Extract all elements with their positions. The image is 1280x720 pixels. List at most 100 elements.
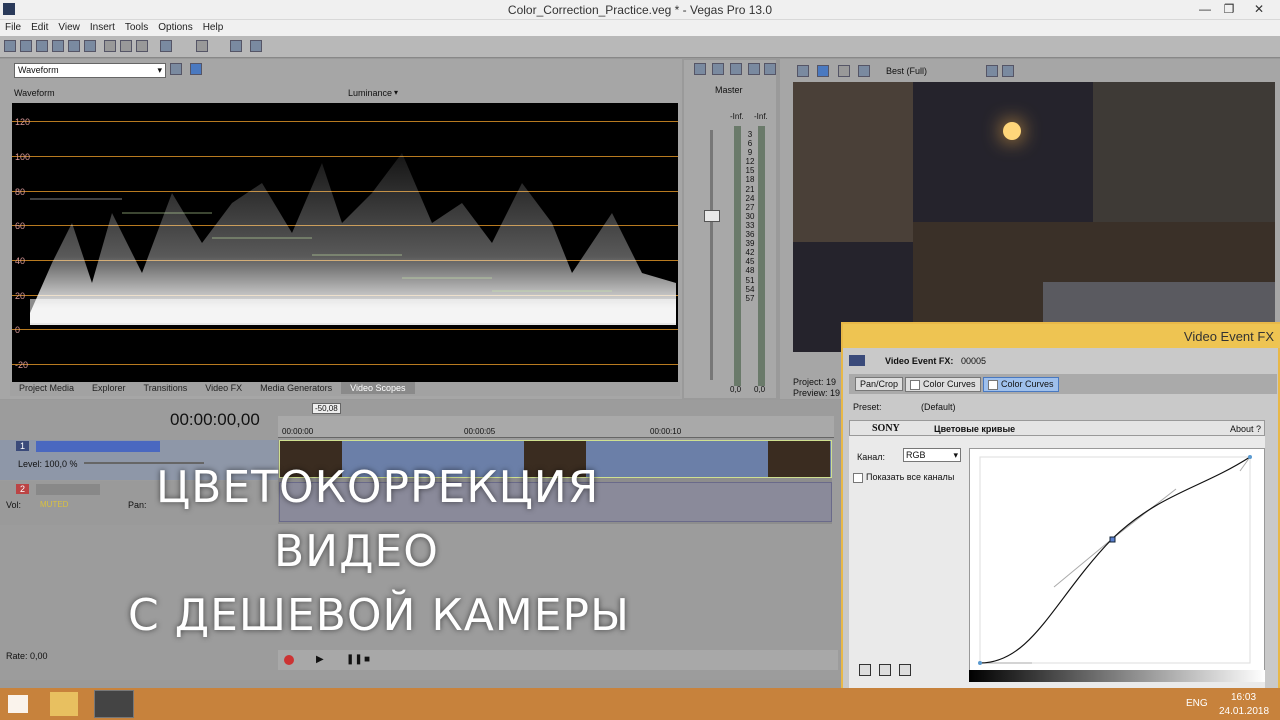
stop-button[interactable]: ■ <box>364 654 370 665</box>
scope-header-label: Waveform <box>14 88 55 98</box>
about-link[interactable]: About <box>1230 424 1254 434</box>
plugin-name: Цветовые кривые <box>934 424 1016 434</box>
curve-preset-icon-1[interactable] <box>859 664 871 676</box>
luminance-label[interactable]: Luminance <box>348 88 392 98</box>
preview-quality-dropdown[interactable]: Best (Full) <box>886 66 927 76</box>
curve-editor[interactable] <box>969 448 1265 672</box>
scale-15: 15 <box>745 166 755 176</box>
show-all-channels[interactable]: Показать все каналы <box>853 472 954 483</box>
update-scopes-icon[interactable] <box>190 63 202 75</box>
mixer-icon-2[interactable] <box>712 63 724 75</box>
mixer-icon-1[interactable] <box>694 63 706 75</box>
meter-value-left: 0,0 <box>730 385 742 394</box>
mixer-icon-3[interactable] <box>730 63 742 75</box>
curve-preset-icon-2[interactable] <box>879 664 891 676</box>
waveform-trace <box>30 153 676 325</box>
scope-dropdown[interactable]: Waveform ▾ <box>14 63 166 78</box>
menu-help[interactable]: Help <box>198 20 229 33</box>
cut-icon[interactable] <box>104 40 116 52</box>
fx-enable-check-1[interactable] <box>910 379 920 390</box>
tab-transitions[interactable]: Transitions <box>135 382 197 394</box>
mixer-icon-4[interactable] <box>748 63 760 75</box>
new-icon[interactable] <box>4 40 16 52</box>
fx-chain-color-curves-1[interactable]: Color Curves <box>905 377 981 392</box>
curve-preset-icon-3[interactable] <box>899 664 911 676</box>
record-button[interactable] <box>284 655 294 665</box>
copy-snapshot-icon[interactable] <box>986 65 998 77</box>
clock-date[interactable]: 24.01.2018 <box>1219 706 1269 717</box>
external-monitor-icon[interactable] <box>817 65 829 77</box>
show-all-channels-checkbox[interactable] <box>853 472 863 483</box>
luminance-chevron-icon[interactable]: ▾ <box>394 88 398 97</box>
menu-tools[interactable]: Tools <box>120 20 153 33</box>
fx-chain-color-curves-2[interactable]: Color Curves <box>983 377 1059 392</box>
vegas-taskbar-icon[interactable] <box>94 690 134 718</box>
copy-icon[interactable] <box>120 40 132 52</box>
preview-video-frame <box>793 82 1275 352</box>
save-snapshot-icon[interactable] <box>1002 65 1014 77</box>
tab-media-generators[interactable]: Media Generators <box>251 382 341 394</box>
overlays-icon[interactable] <box>858 65 870 77</box>
fx-enable-check-2[interactable] <box>988 379 998 390</box>
enable-snapping-icon[interactable] <box>230 40 242 52</box>
video-track-name-bar[interactable] <box>36 441 160 452</box>
render-icon[interactable] <box>68 40 80 52</box>
master-label: Master <box>715 85 743 95</box>
redo-icon[interactable] <box>196 40 208 52</box>
menu-edit[interactable]: Edit <box>26 20 53 33</box>
tab-video-scopes[interactable]: Video Scopes <box>341 382 415 394</box>
help-pointer-icon[interactable] <box>250 40 262 52</box>
file-explorer-taskbar-icon[interactable] <box>50 692 78 716</box>
menu-view[interactable]: View <box>53 20 85 33</box>
save-icon[interactable] <box>36 40 48 52</box>
preset-value[interactable]: (Default) <box>921 402 1261 412</box>
main-toolbar <box>0 36 1280 58</box>
tab-explorer[interactable]: Explorer <box>83 382 135 394</box>
scope-settings-icon[interactable] <box>170 63 182 75</box>
audio-track-name-bar[interactable] <box>36 484 100 495</box>
overlay-title-line-1: ЦВЕТОКОРРЕКЦИЯ <box>156 462 600 513</box>
menu-insert[interactable]: Insert <box>85 20 120 33</box>
save-as-icon[interactable] <box>52 40 64 52</box>
channel-chevron-icon: ▾ <box>953 450 958 460</box>
plugin-header: SONY Цветовые кривые About ? <box>849 420 1265 436</box>
project-label: Project: 19 <box>793 377 836 387</box>
building-left <box>793 82 913 242</box>
preview-settings-icon[interactable] <box>797 65 809 77</box>
properties-icon[interactable] <box>84 40 96 52</box>
preview-label: Preview: 19 <box>793 388 840 398</box>
fx-header-label: Video Event FX: <box>885 356 954 366</box>
sony-logo: SONY <box>872 423 900 434</box>
split-screen-icon[interactable] <box>838 65 850 77</box>
menu-file[interactable]: File <box>0 20 26 33</box>
channel-select[interactable]: RGB ▾ <box>903 448 961 462</box>
channel-select-value: RGB <box>906 450 926 460</box>
open-icon[interactable] <box>20 40 32 52</box>
help-link[interactable]: ? <box>1256 424 1261 434</box>
fx-chain-pan-crop[interactable]: Pan/Crop <box>855 377 904 391</box>
tab-project-media[interactable]: Project Media <box>10 382 83 394</box>
menu-bar: File Edit View Insert Tools Options Help <box>0 20 1280 36</box>
pan-label: Pan: <box>128 500 147 510</box>
tab-video-fx[interactable]: Video FX <box>196 382 251 394</box>
clock-time[interactable]: 16:03 <box>1231 692 1256 703</box>
fx-header-icon <box>849 355 865 366</box>
master-bus-panel: Master -Inf. -Inf. 3 6 9 12 15 18 21 24 … <box>684 60 776 398</box>
fx-title-bar[interactable]: Video Event FX <box>843 324 1280 348</box>
master-fader-handle[interactable] <box>704 210 720 222</box>
language-indicator[interactable]: ENG <box>1186 698 1208 709</box>
menu-options[interactable]: Options <box>153 20 197 33</box>
building-right <box>1093 82 1275 232</box>
close-icon[interactable]: ✕ <box>1238 0 1280 20</box>
scale-24: 24 <box>745 193 755 203</box>
play-button[interactable]: ▶ <box>316 654 324 665</box>
paste-icon[interactable] <box>136 40 148 52</box>
pause-button[interactable]: ❚❚ <box>346 654 363 665</box>
mixer-icon-5[interactable] <box>764 63 776 75</box>
undo-icon[interactable] <box>160 40 172 52</box>
fx-chain-2-label: Color Curves <box>1001 379 1054 389</box>
curve-graph[interactable] <box>970 449 1264 671</box>
timeline-marker[interactable]: -50,08 <box>312 403 341 414</box>
start-button[interactable] <box>8 695 28 713</box>
muted-label: MUTED <box>40 500 69 509</box>
